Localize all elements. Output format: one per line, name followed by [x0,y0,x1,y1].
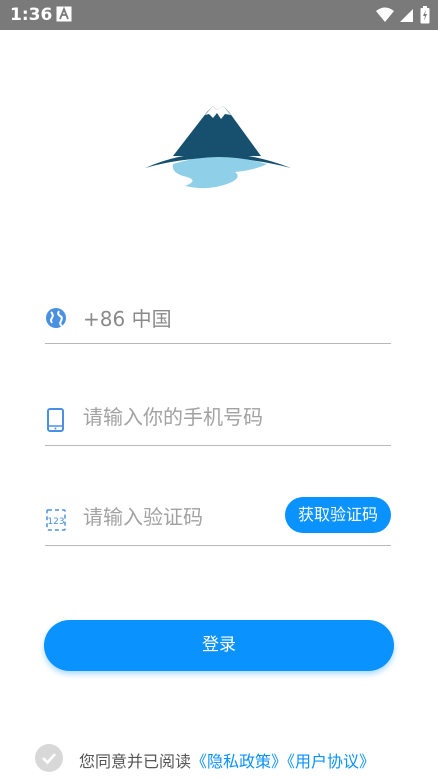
battery-icon [420,6,430,24]
agreement-text: 您同意并已阅读《隐私政策》《用户协议》 [79,748,375,772]
country-row[interactable]: +86 中国 [45,298,391,344]
phone-icon [47,408,64,432]
code-123-icon: 123 [46,509,66,531]
code-input[interactable] [83,505,283,529]
agreement-prefix: 您同意并已阅读 [79,752,192,771]
login-button[interactable]: 登录 [44,620,394,671]
phone-underline [45,444,391,446]
code-row: 123 获取验证码 [45,497,391,546]
privacy-policy-link[interactable]: 《隐私政策》 [191,752,287,771]
signal-icon [400,9,413,22]
agree-checkbox[interactable] [35,744,63,772]
agreement-row: 您同意并已阅读《隐私政策》《用户协议》 [35,742,435,774]
mountain-lake-logo [145,106,291,189]
get-code-button[interactable]: 获取验证码 [284,497,391,533]
a-badge-icon [56,6,72,22]
wifi-icon [376,7,394,22]
phone-input[interactable] [83,405,283,429]
status-bar: 1:36 [0,0,438,30]
status-icons [376,4,430,26]
country-code[interactable]: +86 中国 [83,303,172,332]
globe-icon [46,308,66,328]
svg-text:123: 123 [47,517,64,527]
status-time: 1:36 [10,5,53,25]
user-agreement-link[interactable]: 《用户协议》 [287,752,375,771]
country-underline [45,342,391,344]
code-underline [45,544,391,546]
phone-row [45,400,391,446]
